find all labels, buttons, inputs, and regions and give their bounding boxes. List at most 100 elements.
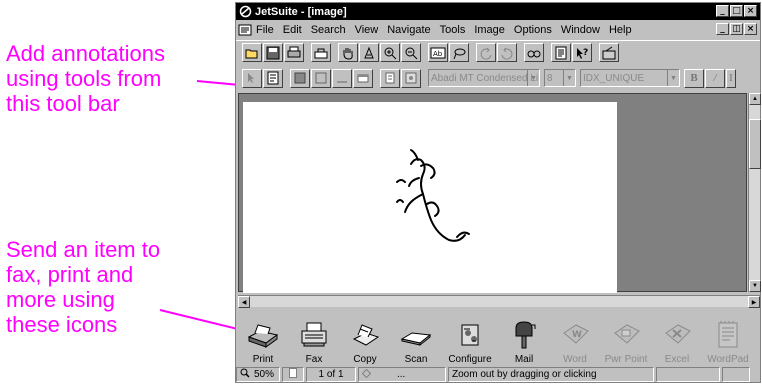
svg-text:Ab: Ab	[433, 50, 443, 58]
zoom-value: 50%	[254, 369, 275, 380]
scroll-up-icon[interactable]: ▲	[749, 93, 761, 105]
title-bar[interactable]: JetSuite - [image]	[236, 3, 760, 20]
ocr-text-icon[interactable]: Ab	[428, 43, 448, 62]
menu-search[interactable]: Search	[311, 24, 346, 36]
document-workspace[interactable]	[238, 93, 747, 293]
configure-button[interactable]: Configure	[442, 311, 498, 365]
zoom-out-icon[interactable]	[401, 43, 421, 62]
doc-close-icon[interactable]: ×	[744, 23, 757, 35]
style-value: IDX_UNIQUE	[583, 72, 645, 84]
scan-icon[interactable]	[311, 43, 331, 62]
font-size-value: 8	[547, 72, 553, 84]
menu-options[interactable]: Options	[514, 24, 552, 36]
vertical-scrollbar[interactable]: ▲ ▼	[748, 93, 761, 292]
maximize-icon[interactable]: □	[730, 5, 743, 17]
chevron-down-icon[interactable]: ▼	[667, 70, 679, 86]
document-page[interactable]	[243, 102, 617, 293]
rotate-left-icon[interactable]	[476, 43, 496, 62]
mail-destination-button[interactable]: Mail	[499, 311, 549, 365]
print-icon[interactable]	[284, 43, 304, 62]
menu-edit[interactable]: Edit	[283, 24, 302, 36]
text-note-icon[interactable]	[263, 68, 283, 88]
excel-icon	[659, 319, 695, 351]
menu-image[interactable]: Image	[474, 24, 505, 36]
edit-image-icon[interactable]	[599, 43, 619, 62]
stamp-icon[interactable]	[380, 68, 400, 88]
rotate-right-icon[interactable]	[497, 43, 517, 62]
powerpoint-label: Pwr Point	[604, 354, 648, 365]
page-count-status: 1 of 1	[306, 367, 356, 382]
fax-destination-button[interactable]: Fax	[289, 311, 339, 365]
arrow-pointer-icon[interactable]	[242, 68, 262, 88]
zoom-status[interactable]: 50%	[236, 367, 280, 382]
lasso-icon[interactable]	[449, 43, 469, 62]
chevron-down-icon[interactable]: ▼	[527, 70, 539, 86]
font-size-select[interactable]: 8 ▼	[544, 69, 576, 87]
wordpad-destination-button[interactable]: WordPad	[703, 311, 753, 365]
extra-status	[656, 367, 720, 382]
doc-minimize-icon[interactable]: _	[716, 23, 729, 35]
save-icon[interactable]	[263, 43, 283, 62]
attach-image-icon[interactable]	[401, 68, 421, 88]
scroll-down-icon[interactable]: ▼	[749, 280, 761, 292]
highlight-icon[interactable]	[353, 68, 373, 88]
fax-label: Fax	[305, 354, 323, 365]
open-icon[interactable]	[242, 43, 262, 62]
configure-icon	[452, 319, 488, 351]
bold-button[interactable]: B	[684, 68, 704, 88]
print-destination-button[interactable]: Print	[238, 311, 288, 365]
select-tool-icon[interactable]	[359, 43, 379, 62]
word-destination-button[interactable]: W Word	[550, 311, 600, 365]
menu-navigate[interactable]: Navigate	[387, 24, 430, 36]
link-status: ...	[358, 367, 446, 382]
excel-label: Excel	[664, 354, 690, 365]
menu-help[interactable]: Help	[609, 24, 632, 36]
document-menu-icon[interactable]	[238, 24, 252, 36]
style-select[interactable]: IDX_UNIQUE ▼	[580, 69, 680, 87]
close-icon[interactable]: ×	[744, 5, 757, 17]
bold-label: B	[690, 72, 698, 84]
find-icon[interactable]	[524, 43, 544, 62]
menu-file[interactable]: File	[256, 24, 274, 36]
horizontal-scrollbar[interactable]: ◀ ▶	[238, 295, 760, 308]
magnifier-icon	[240, 368, 250, 381]
scanner-icon	[398, 319, 434, 351]
resize-grip[interactable]	[722, 367, 750, 382]
properties-icon[interactable]	[551, 43, 571, 62]
gecko-drawing	[396, 149, 470, 242]
scroll-right-icon[interactable]: ▶	[748, 296, 760, 308]
svg-text:W: W	[572, 330, 582, 340]
doc-restore-icon[interactable]: ◫	[730, 23, 743, 35]
font-name-select[interactable]: Abadi MT Condensed Li ▼	[428, 69, 540, 87]
message-status: Zoom out by dragging or clicking	[448, 367, 654, 382]
menu-view[interactable]: View	[355, 24, 379, 36]
scan-destination-button[interactable]: Scan	[391, 311, 441, 365]
minimize-icon[interactable]: _	[716, 5, 729, 17]
font-name-value: Abadi MT Condensed Li	[431, 72, 539, 84]
line-icon[interactable]	[332, 68, 352, 88]
jetsuite-window: JetSuite - [image] _ □ × File Edit Searc…	[235, 2, 761, 383]
icons-callout-line-1: Send an item to	[6, 237, 161, 262]
powerpoint-destination-button[interactable]: Pwr Point	[601, 311, 651, 365]
menu-tools[interactable]: Tools	[440, 24, 466, 36]
scroll-left-icon[interactable]: ◀	[238, 296, 250, 308]
menu-window[interactable]: Window	[561, 24, 600, 36]
printer-icon	[245, 319, 281, 351]
copy-destination-button[interactable]: Copy	[340, 311, 390, 365]
copy-label: Copy	[353, 354, 377, 365]
help-pointer-icon[interactable]: ?	[572, 43, 592, 62]
hollow-rectangle-icon[interactable]	[311, 68, 331, 88]
scan-label: Scan	[404, 354, 428, 365]
filled-rectangle-icon[interactable]	[290, 68, 310, 88]
toolbar-callout-line-1: Add annotations	[6, 41, 166, 66]
zoom-in-icon[interactable]	[380, 43, 400, 62]
hand-pan-icon[interactable]	[338, 43, 358, 62]
main-toolbar: Ab ?	[236, 40, 760, 64]
chevron-down-icon[interactable]: ▼	[563, 70, 575, 86]
excel-destination-button[interactable]: Excel	[652, 311, 702, 365]
icons-callout: Send an item to fax, print and more usin…	[6, 237, 160, 337]
underline-button[interactable]: I	[726, 68, 736, 88]
italic-button[interactable]: /	[705, 68, 725, 88]
scroll-thumb[interactable]	[749, 119, 761, 169]
jetsuite-logo-icon	[239, 5, 252, 18]
